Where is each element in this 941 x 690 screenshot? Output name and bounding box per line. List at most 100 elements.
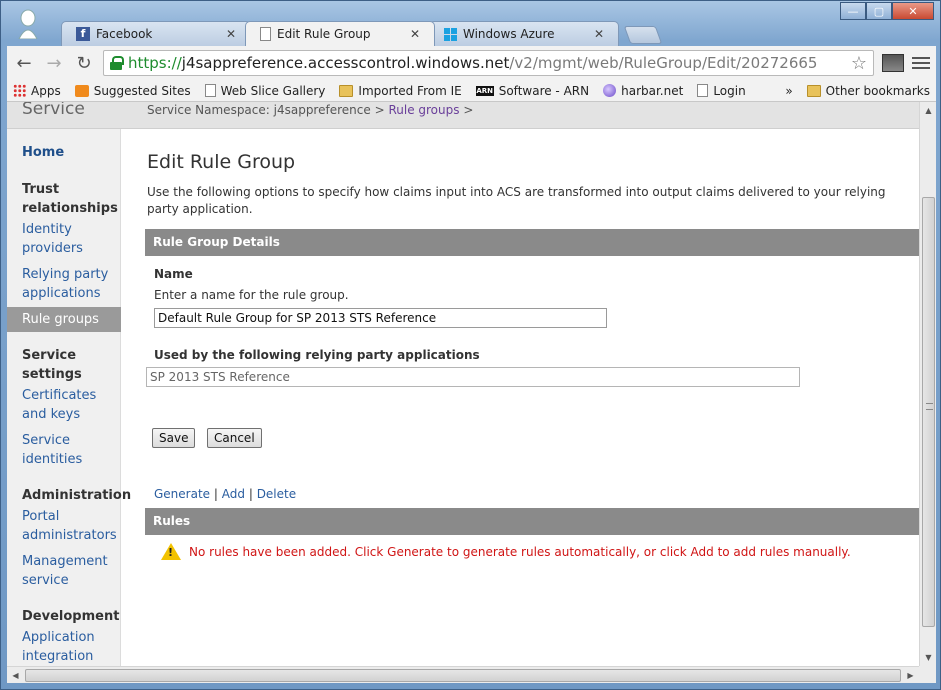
bookmarks-bar: Apps Suggested Sites Web Slice Gallery I…: [7, 80, 936, 102]
tab-windows-azure[interactable]: Windows Azure ✕: [429, 21, 619, 46]
lock-icon: [110, 56, 124, 70]
nav-heading-administration: Administration: [22, 488, 132, 503]
relying-party-field: [146, 367, 800, 387]
vertical-scrollbar[interactable]: ▲ ▼: [919, 102, 936, 666]
generate-link[interactable]: Generate: [154, 487, 210, 501]
bookmark-harbar[interactable]: harbar.net: [603, 84, 683, 98]
scroll-down-icon[interactable]: ▼: [920, 649, 937, 666]
rule-group-name-input[interactable]: [154, 308, 607, 328]
scroll-left-icon[interactable]: ◀: [7, 667, 24, 684]
no-rules-warning: No rules have been added. Click Generate…: [161, 543, 851, 560]
bookmark-label: Suggested Sites: [93, 83, 191, 98]
address-bar[interactable]: https://j4sappreference.accesscontrol.wi…: [103, 50, 874, 76]
other-bookmarks[interactable]: Other bookmarks: [806, 83, 930, 98]
maximize-icon[interactable]: ▢: [866, 2, 892, 20]
bookmark-star-icon[interactable]: ☆: [851, 53, 867, 74]
url-protocol: https://: [128, 54, 182, 72]
close-tab-icon[interactable]: ✕: [410, 27, 420, 41]
url-path: /v2/mgmt/web/RuleGroup/Edit/20272665: [509, 54, 818, 72]
left-navigation: Home Trust relationships Identity provid…: [7, 129, 132, 666]
page-icon: [260, 27, 271, 41]
scroll-up-icon[interactable]: ▲: [920, 102, 937, 119]
tab-facebook[interactable]: f Facebook ✕: [61, 21, 251, 46]
save-button[interactable]: Save: [152, 428, 196, 448]
user-avatar-icon[interactable]: [17, 9, 39, 40]
rule-group-details-header: Rule Group Details: [145, 229, 919, 256]
suggested-sites-icon: [74, 84, 89, 97]
nav-application-integration[interactable]: Application integration: [22, 628, 122, 666]
action-separator: |: [248, 487, 253, 501]
menu-icon[interactable]: [912, 57, 930, 69]
close-window-icon[interactable]: ✕: [892, 2, 934, 20]
rule-actions: Generate | Add | Delete: [154, 487, 296, 501]
delete-link[interactable]: Delete: [257, 487, 296, 501]
close-tab-icon[interactable]: ✕: [594, 27, 604, 41]
folder-icon: [806, 84, 821, 97]
bookmark-suggested-sites[interactable]: Suggested Sites: [74, 83, 191, 98]
breadcrumb: Service Namespace: j4sappreference > Rul…: [147, 103, 473, 117]
nav-service-identities[interactable]: Service identities: [22, 431, 122, 469]
bookmark-software-arn[interactable]: ARN Software - ARN: [475, 83, 590, 98]
nav-certificates-and-keys[interactable]: Certificates and keys: [22, 386, 122, 424]
tab-title: Edit Rule Group: [277, 27, 371, 41]
page-icon: [697, 84, 709, 97]
back-arrow-icon[interactable]: ←: [13, 52, 35, 74]
breadcrumb-rule-groups-link[interactable]: Rule groups: [388, 103, 459, 117]
horizontal-scroll-thumb[interactable]: [25, 669, 901, 682]
nav-heading-service-settings: Service settings: [22, 348, 82, 382]
tab-strip: f Facebook ✕ Edit Rule Group ✕ Windows A…: [61, 21, 663, 46]
bookmark-login[interactable]: Login: [697, 83, 746, 98]
page-icon: [204, 84, 216, 97]
scroll-right-icon[interactable]: ▶: [902, 667, 919, 684]
bookmarks-overflow-button[interactable]: »: [785, 84, 792, 98]
page-title: Edit Rule Group: [147, 151, 296, 173]
tab-edit-rule-group[interactable]: Edit Rule Group ✕: [245, 21, 435, 46]
rules-header: Rules: [145, 508, 919, 535]
url-host: j4sappreference.accesscontrol.windows.ne…: [181, 54, 510, 72]
horizontal-scrollbar[interactable]: ◀ ▶: [7, 666, 919, 683]
cancel-button[interactable]: Cancel: [207, 428, 262, 448]
globe-icon: [603, 84, 617, 97]
nav-heading-development: Development: [22, 609, 120, 624]
bookmark-label: Other bookmarks: [825, 83, 930, 98]
minimize-icon[interactable]: —: [840, 2, 866, 20]
name-label: Name: [154, 267, 193, 281]
window-controls: — ▢ ✕: [840, 2, 934, 20]
bookmark-label: Apps: [31, 83, 61, 98]
folder-icon: [339, 84, 354, 97]
page-viewport: Service Service Namespace: j4sappreferen…: [7, 102, 919, 666]
extension-icon[interactable]: [882, 54, 904, 72]
bookmark-web-slice-gallery[interactable]: Web Slice Gallery: [204, 83, 326, 98]
apps-icon: [13, 84, 26, 97]
nav-home[interactable]: Home: [22, 145, 64, 160]
intro-text: Use the following options to specify how…: [147, 185, 886, 216]
bookmark-imported-from-ie[interactable]: Imported From IE: [339, 83, 462, 98]
nav-rule-groups[interactable]: Rule groups: [7, 307, 121, 332]
add-link[interactable]: Add: [222, 487, 245, 501]
name-hint: Enter a name for the rule group.: [154, 288, 349, 302]
breadcrumb-separator: >: [374, 103, 385, 117]
reload-icon[interactable]: ↻: [73, 52, 95, 74]
scrollbar-corner: [919, 666, 936, 683]
relying-party-label: Used by the following relying party appl…: [154, 348, 480, 362]
nav-identity-providers[interactable]: Identity providers: [22, 220, 122, 258]
nav-relying-party-applications[interactable]: Relying party applications: [22, 265, 122, 303]
browser-toolbar: ← → ↻ https://j4sappreference.accesscont…: [7, 46, 936, 80]
nav-heading-trust: Trust relationships: [22, 182, 118, 216]
nav-management-service[interactable]: Management service: [22, 552, 122, 590]
tab-title: Windows Azure: [463, 27, 555, 41]
vertical-scroll-thumb[interactable]: [922, 197, 935, 627]
new-tab-button[interactable]: [623, 26, 663, 44]
forward-arrow-icon[interactable]: →: [43, 52, 65, 74]
bookmark-label: Imported From IE: [358, 83, 462, 98]
windows-icon: [444, 27, 457, 41]
close-tab-icon[interactable]: ✕: [226, 27, 236, 41]
bookmark-label: Web Slice Gallery: [220, 83, 326, 98]
warning-text: No rules have been added. Click Generate…: [189, 544, 851, 559]
warning-icon: [161, 543, 181, 560]
nav-portal-administrators[interactable]: Portal administrators: [22, 507, 122, 545]
bookmark-label: Login: [713, 83, 746, 98]
bookmark-label: Software - ARN: [498, 83, 590, 98]
bookmark-apps[interactable]: Apps: [13, 84, 61, 98]
action-separator: |: [213, 487, 218, 501]
